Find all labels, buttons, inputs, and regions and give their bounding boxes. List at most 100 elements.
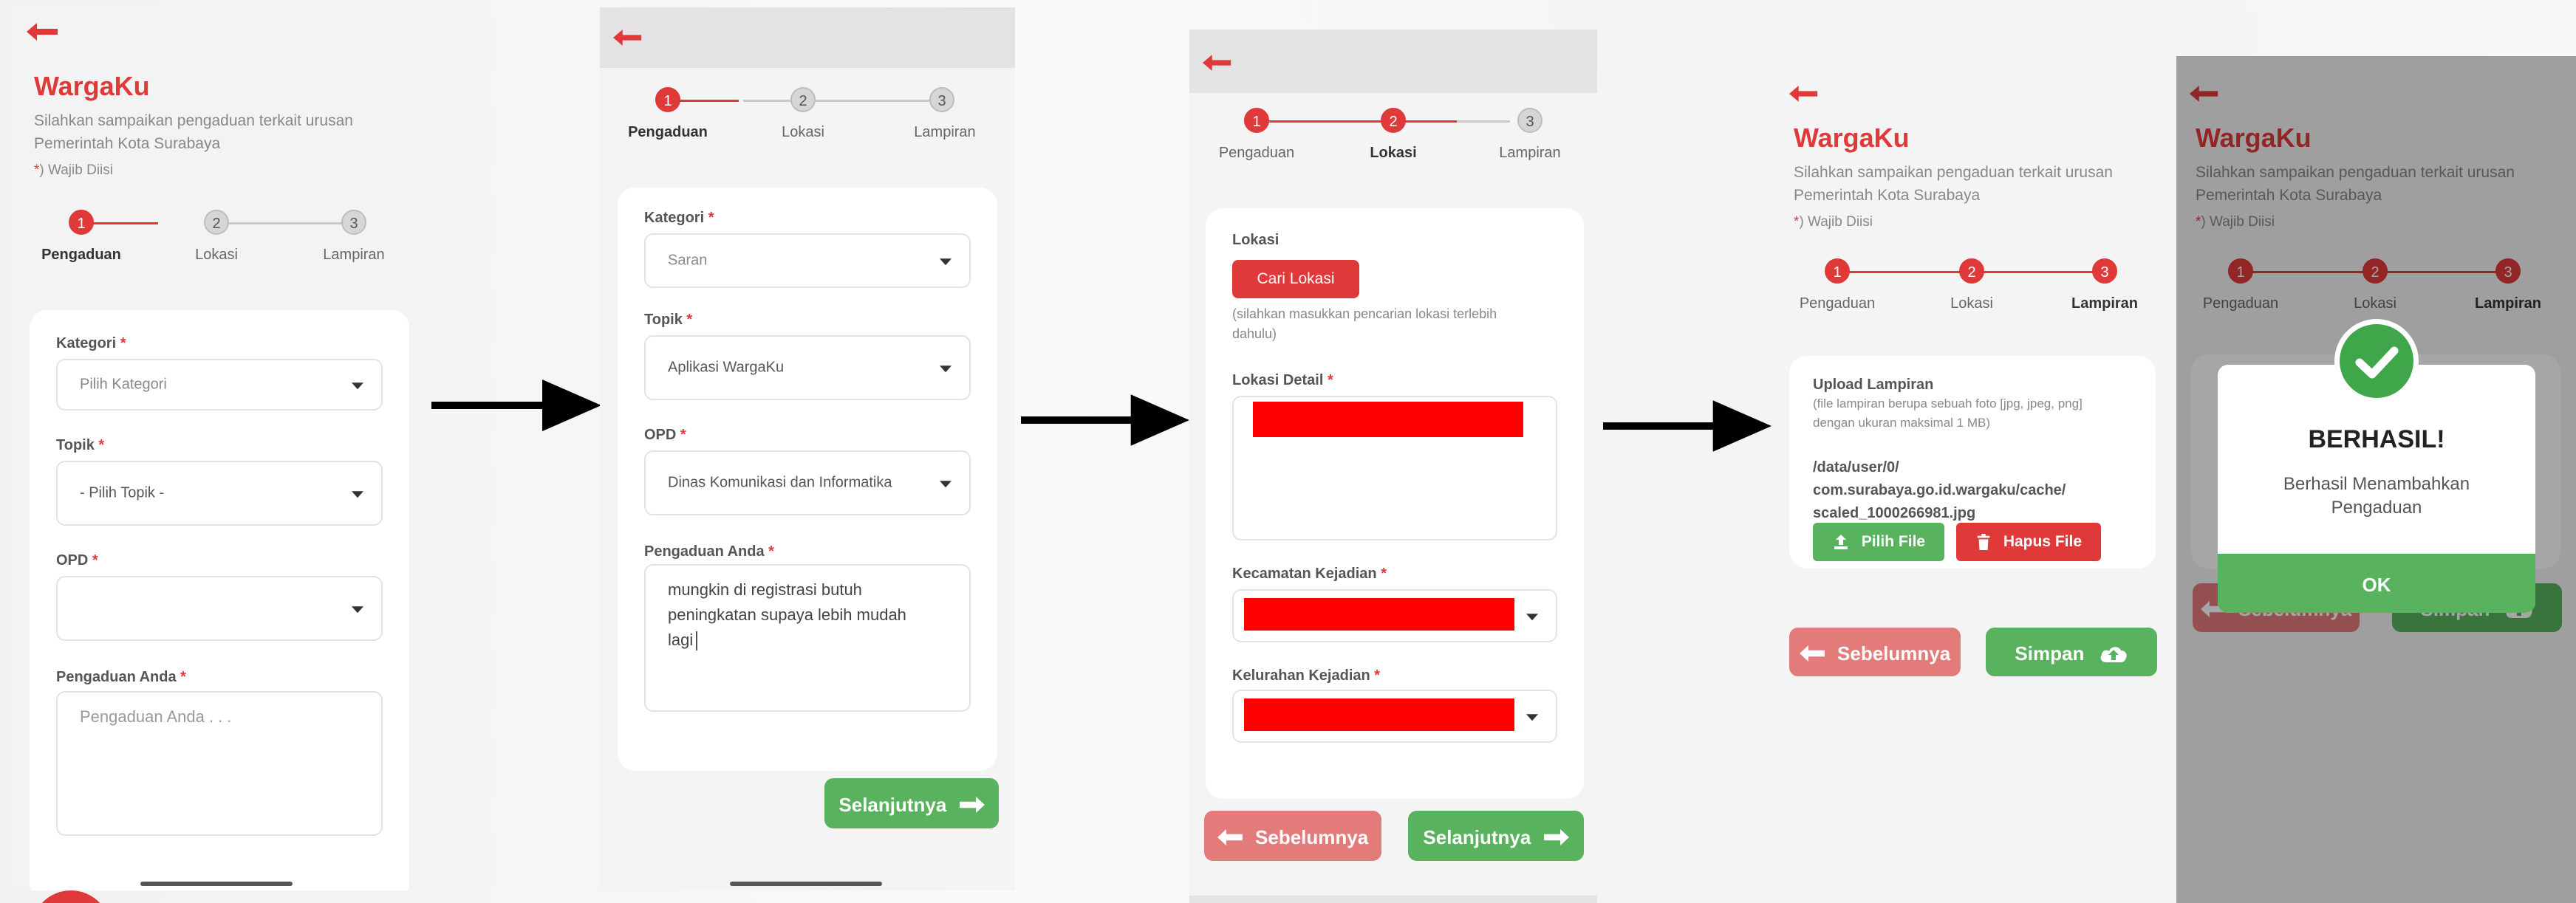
prev-button[interactable]: Sebelumnya xyxy=(1204,811,1381,861)
pengaduan-textarea[interactable]: mungkin di registrasi butuh peningkatan … xyxy=(644,564,971,712)
screen-pengaduan-empty: WargaKu Silahkan sampaikan pengaduan ter… xyxy=(10,4,427,890)
stepper: 1 2 3 Pengaduan Lokasi Lampiran xyxy=(10,208,427,263)
chevron-down-icon xyxy=(1526,714,1538,721)
kategori-label: Kategori * xyxy=(56,335,126,351)
step-label-lokasi: Lokasi xyxy=(1370,145,1417,161)
kategori-value: Saran xyxy=(668,252,708,269)
step-2[interactable]: 2 xyxy=(790,87,816,112)
pengaduan-textarea[interactable]: Pengaduan Anda . . . xyxy=(56,691,383,836)
arrow-left-icon xyxy=(1799,645,1825,662)
opd-select[interactable]: Dinas Komunikasi dan Informatika xyxy=(644,450,971,515)
app-subtitle: Silahkan sampaikan pengaduan terkait uru… xyxy=(34,112,353,152)
step-line xyxy=(816,100,929,102)
step-1[interactable]: 1 xyxy=(1825,258,1850,284)
hapus-file-label: Hapus File xyxy=(2003,533,2083,551)
pengaduan-text-line: mungkin di registrasi butuh xyxy=(668,580,862,599)
home-indicator xyxy=(730,882,882,886)
step-3[interactable]: 3 xyxy=(2092,258,2117,284)
step-3[interactable]: 3 xyxy=(341,210,366,235)
arrow-left-icon xyxy=(1217,829,1243,846)
back-arrow-icon[interactable] xyxy=(27,21,59,43)
opd-select[interactable] xyxy=(56,576,383,641)
lokasi-hint: (silahkan masukkan pencarian lokasi terl… xyxy=(1232,306,1497,341)
home-indicator xyxy=(140,882,293,886)
arrow-right-icon xyxy=(1543,829,1569,846)
ok-button[interactable]: OK xyxy=(2218,554,2535,613)
top-bar xyxy=(600,7,1015,68)
chevron-down-icon xyxy=(352,606,363,614)
trash-icon xyxy=(1977,534,1990,551)
step-label-lokasi: Lokasi xyxy=(782,124,824,140)
pengaduan-placeholder: Pengaduan Anda . . . xyxy=(80,707,232,726)
app-title: WargaKu xyxy=(34,71,150,101)
form-card: Kategori * Saran Topik * Aplikasi WargaK… xyxy=(618,188,997,771)
cari-lokasi-button[interactable]: Cari Lokasi xyxy=(1232,260,1359,298)
stepper: 1 2 3 Pengaduan Lokasi Lampiran xyxy=(600,86,1015,140)
lokasi-label: Lokasi xyxy=(1232,232,1280,248)
kategori-select[interactable]: Pilih Kategori xyxy=(56,359,383,411)
pilih-file-button[interactable]: Pilih File xyxy=(1813,523,1944,561)
app-subtitle: Silahkan sampaikan pengaduan terkait uru… xyxy=(1794,164,2113,204)
step-line xyxy=(1457,120,1510,123)
step-3[interactable]: 3 xyxy=(929,87,954,112)
step-label-lokasi: Lokasi xyxy=(1950,295,1993,312)
dialog-title: BERHASIL! xyxy=(2308,425,2445,453)
required-note: *) Wajib Diisi xyxy=(1794,214,1873,230)
chevron-down-icon xyxy=(352,491,363,498)
topik-label: Topik * xyxy=(56,437,105,453)
kategori-placeholder: Pilih Kategori xyxy=(80,376,167,393)
step-label-lampiran: Lampiran xyxy=(1499,145,1561,161)
step-label-pengaduan: Pengaduan xyxy=(628,124,708,140)
chevron-down-icon xyxy=(352,382,363,390)
topik-placeholder: - Pilih Topik - xyxy=(80,484,165,501)
screen-success-dialog: WargaKu Silahkan sampaikan pengaduan ter… xyxy=(2176,56,2576,903)
text-cursor xyxy=(696,631,698,651)
step-2[interactable]: 2 xyxy=(1959,258,1984,284)
back-arrow-icon[interactable] xyxy=(613,27,643,49)
prev-button-label: Sebelumnya xyxy=(1255,826,1369,849)
hapus-file-button[interactable]: Hapus File xyxy=(1956,523,2101,561)
step-line xyxy=(229,222,352,224)
screen-lampiran: WargaKu Silahkan sampaikan pengaduan ter… xyxy=(1774,59,2176,903)
ok-button-label: OK xyxy=(2362,574,2391,597)
screen-pengaduan-filled: 1 2 3 Pengaduan Lokasi Lampiran Kategori… xyxy=(600,7,1015,890)
step-1[interactable]: 1 xyxy=(1244,108,1269,133)
step-3[interactable]: 3 xyxy=(1517,108,1542,133)
next-button[interactable]: Selanjutnya xyxy=(824,778,999,828)
stepper: 1 2 3 Pengaduan Lokasi Lampiran xyxy=(1774,257,2176,312)
step-2[interactable]: 2 xyxy=(1381,108,1406,133)
next-button[interactable]: Selanjutnya xyxy=(1408,811,1584,861)
step-label-lokasi: Lokasi xyxy=(195,247,238,263)
success-check-icon xyxy=(2334,319,2419,403)
cari-lokasi-label: Cari Lokasi xyxy=(1257,270,1335,288)
arrow-right-icon xyxy=(959,797,985,814)
step-1[interactable]: 1 xyxy=(69,210,94,235)
upload-icon xyxy=(1834,535,1848,550)
cloud-upload-icon xyxy=(2100,647,2127,663)
chevron-down-icon xyxy=(940,365,952,373)
step-label-lampiran: Lampiran xyxy=(914,124,976,140)
kelurahan-label: Kelurahan Kejadian * xyxy=(1232,667,1381,684)
step-2[interactable]: 2 xyxy=(204,210,229,235)
topik-select[interactable]: Aplikasi WargaKu xyxy=(644,335,971,400)
back-arrow-icon[interactable] xyxy=(1203,52,1232,74)
screen-lokasi: 1 2 3 Pengaduan Lokasi Lampiran Lokasi C… xyxy=(1189,30,1597,903)
save-button-label: Simpan xyxy=(2015,642,2085,665)
flow-arrow-icon xyxy=(1021,394,1189,446)
prev-button[interactable]: Sebelumnya xyxy=(1789,628,1961,676)
app-title: WargaKu xyxy=(1794,123,1910,153)
back-arrow-icon[interactable] xyxy=(1789,83,1819,105)
upload-card: Upload Lampiran (file lampiran berupa se… xyxy=(1789,356,2156,569)
step-1[interactable]: 1 xyxy=(655,87,680,112)
form-card: Lokasi Cari Lokasi (silahkan masukkan pe… xyxy=(1206,208,1584,799)
topik-select[interactable]: - Pilih Topik - xyxy=(56,461,383,526)
save-button[interactable]: Simpan xyxy=(1986,628,2157,676)
redacted-block xyxy=(1244,698,1514,731)
kategori-select[interactable]: Saran xyxy=(644,233,971,288)
pengaduan-text-line: peningkatan supaya lebih mudah xyxy=(668,605,906,624)
kategori-label: Kategori * xyxy=(644,210,714,226)
step-label-pengaduan: Pengaduan xyxy=(1218,145,1295,161)
redacted-block xyxy=(1253,402,1523,437)
opd-value: Dinas Komunikasi dan Informatika xyxy=(668,474,892,491)
lokasi-detail-label: Lokasi Detail * xyxy=(1232,372,1333,388)
